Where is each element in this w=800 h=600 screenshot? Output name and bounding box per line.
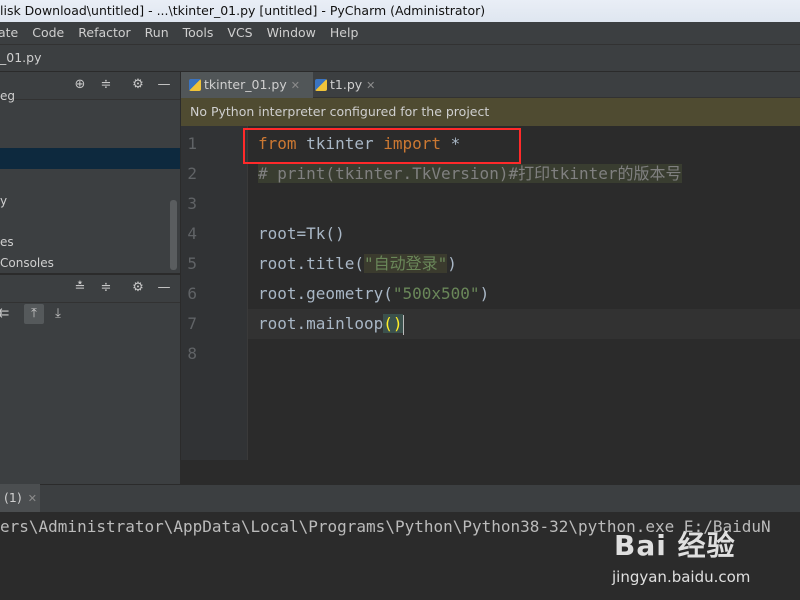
line-number: 3 (187, 194, 197, 213)
minimize-icon[interactable]: — (156, 280, 172, 296)
expand-icon[interactable]: ≛ (72, 280, 88, 296)
tab-label: tkinter_01.py (204, 77, 287, 92)
code-line-5[interactable]: root.title("自动登录") (258, 249, 457, 279)
run-tab-label: (1) (4, 490, 22, 505)
python-file-icon (315, 79, 327, 91)
line-number: 5 (187, 254, 197, 273)
tree-selected-row[interactable] (0, 148, 180, 169)
run-tab[interactable]: (1) ✕ (0, 484, 40, 512)
editor-bottom-area (181, 460, 800, 484)
crosshair-icon[interactable]: ⊕ (72, 77, 88, 93)
watermark-url: jingyan.baidu.com (612, 568, 751, 586)
code-line-7[interactable]: root.mainloop() (258, 309, 404, 339)
sort-up-icon[interactable]: ⤒ (24, 304, 44, 324)
menu-bar: ate Code Refactor Run Tools VCS Window H… (0, 22, 800, 44)
code-token: root.mainloop (258, 314, 384, 333)
menu-item-code[interactable]: Code (32, 22, 64, 44)
code-token: ) (479, 284, 490, 303)
menu-item-refactor[interactable]: Refactor (78, 22, 130, 44)
structure-panel-header: ≛ ≑ ⚙ — (0, 275, 180, 303)
tree-item-scratches-consoles[interactable]: Consoles (0, 253, 54, 273)
project-panel-header: ⊕ ≑ ⚙ — (0, 72, 180, 100)
tree-item[interactable]: eg (0, 86, 15, 106)
code-token: root=Tk() (258, 224, 345, 243)
line-number: 1 (187, 134, 197, 153)
close-icon[interactable]: ✕ (366, 79, 375, 92)
line-number: 8 (187, 344, 197, 363)
tab-t1[interactable]: t1.py ✕ (307, 72, 395, 98)
collapse-icon[interactable]: ≑ (98, 77, 114, 93)
code-token: root.geometry( (258, 284, 393, 303)
window-title: lisk Download\untitled] - ...\tkinter_01… (0, 3, 486, 18)
window-title-bar: lisk Download\untitled] - ...\tkinter_01… (0, 0, 800, 22)
interpreter-warning-banner: No Python interpreter configured for the… (181, 98, 800, 126)
breadcrumb-file[interactable]: _01.py (0, 50, 41, 65)
line-number: 4 (187, 224, 197, 243)
minimize-icon[interactable]: — (156, 77, 172, 93)
code-token: root.title( (258, 254, 364, 273)
menu-item-navigate[interactable]: ate (0, 22, 18, 44)
matched-parens: () (383, 314, 403, 333)
sort-down-icon[interactable]: ⤓ (48, 304, 68, 324)
line-number: 2 (187, 164, 197, 183)
project-scrollbar[interactable] (170, 200, 177, 270)
editor-tabs: tkinter_01.py ✕ t1.py ✕ (181, 72, 800, 101)
code-token: ) (447, 254, 457, 273)
watermark-brand: Bai 经验 (614, 529, 736, 562)
menu-item-window[interactable]: Window (267, 22, 316, 44)
text-caret (402, 314, 404, 335)
code-line-6[interactable]: root.geometry("500x500") (258, 279, 489, 309)
close-icon[interactable]: ✕ (291, 79, 300, 92)
menu-item-help[interactable]: Help (330, 22, 359, 44)
menu-item-run[interactable]: Run (145, 22, 169, 44)
banner-text: No Python interpreter configured for the… (190, 104, 490, 119)
annotation-highlight-box (243, 128, 521, 164)
tree-item[interactable]: es (0, 232, 14, 252)
tree-item[interactable]: y (0, 191, 7, 211)
tab-label: t1.py (330, 77, 363, 92)
collapse-icon[interactable]: ≑ (98, 280, 114, 296)
menu-item-tools[interactable]: Tools (183, 22, 214, 44)
line-number: 6 (187, 284, 197, 303)
navigation-bar: _01.py (0, 44, 800, 72)
code-comment: # print(tkinter.TkVersion)#打印tkinter的版本号 (258, 164, 682, 183)
gear-icon[interactable]: ⚙ (130, 280, 146, 296)
line-number: 7 (187, 314, 197, 333)
gear-icon[interactable]: ⚙ (130, 77, 146, 93)
string-literal: "500x500" (392, 284, 480, 303)
sort-icon[interactable]: ⇇ (0, 304, 14, 324)
tab-tkinter-01[interactable]: tkinter_01.py ✕ (181, 72, 313, 101)
run-tool-bar (0, 484, 800, 512)
python-file-icon (189, 79, 201, 91)
code-line-4[interactable]: root=Tk() (258, 219, 345, 249)
baidu-jingyan-watermark: Bai 经验 jingyan.baidu.com (608, 520, 800, 600)
string-literal: "自动登录" (363, 254, 448, 273)
close-icon[interactable]: ✕ (28, 492, 37, 505)
menu-item-vcs[interactable]: VCS (227, 22, 252, 44)
